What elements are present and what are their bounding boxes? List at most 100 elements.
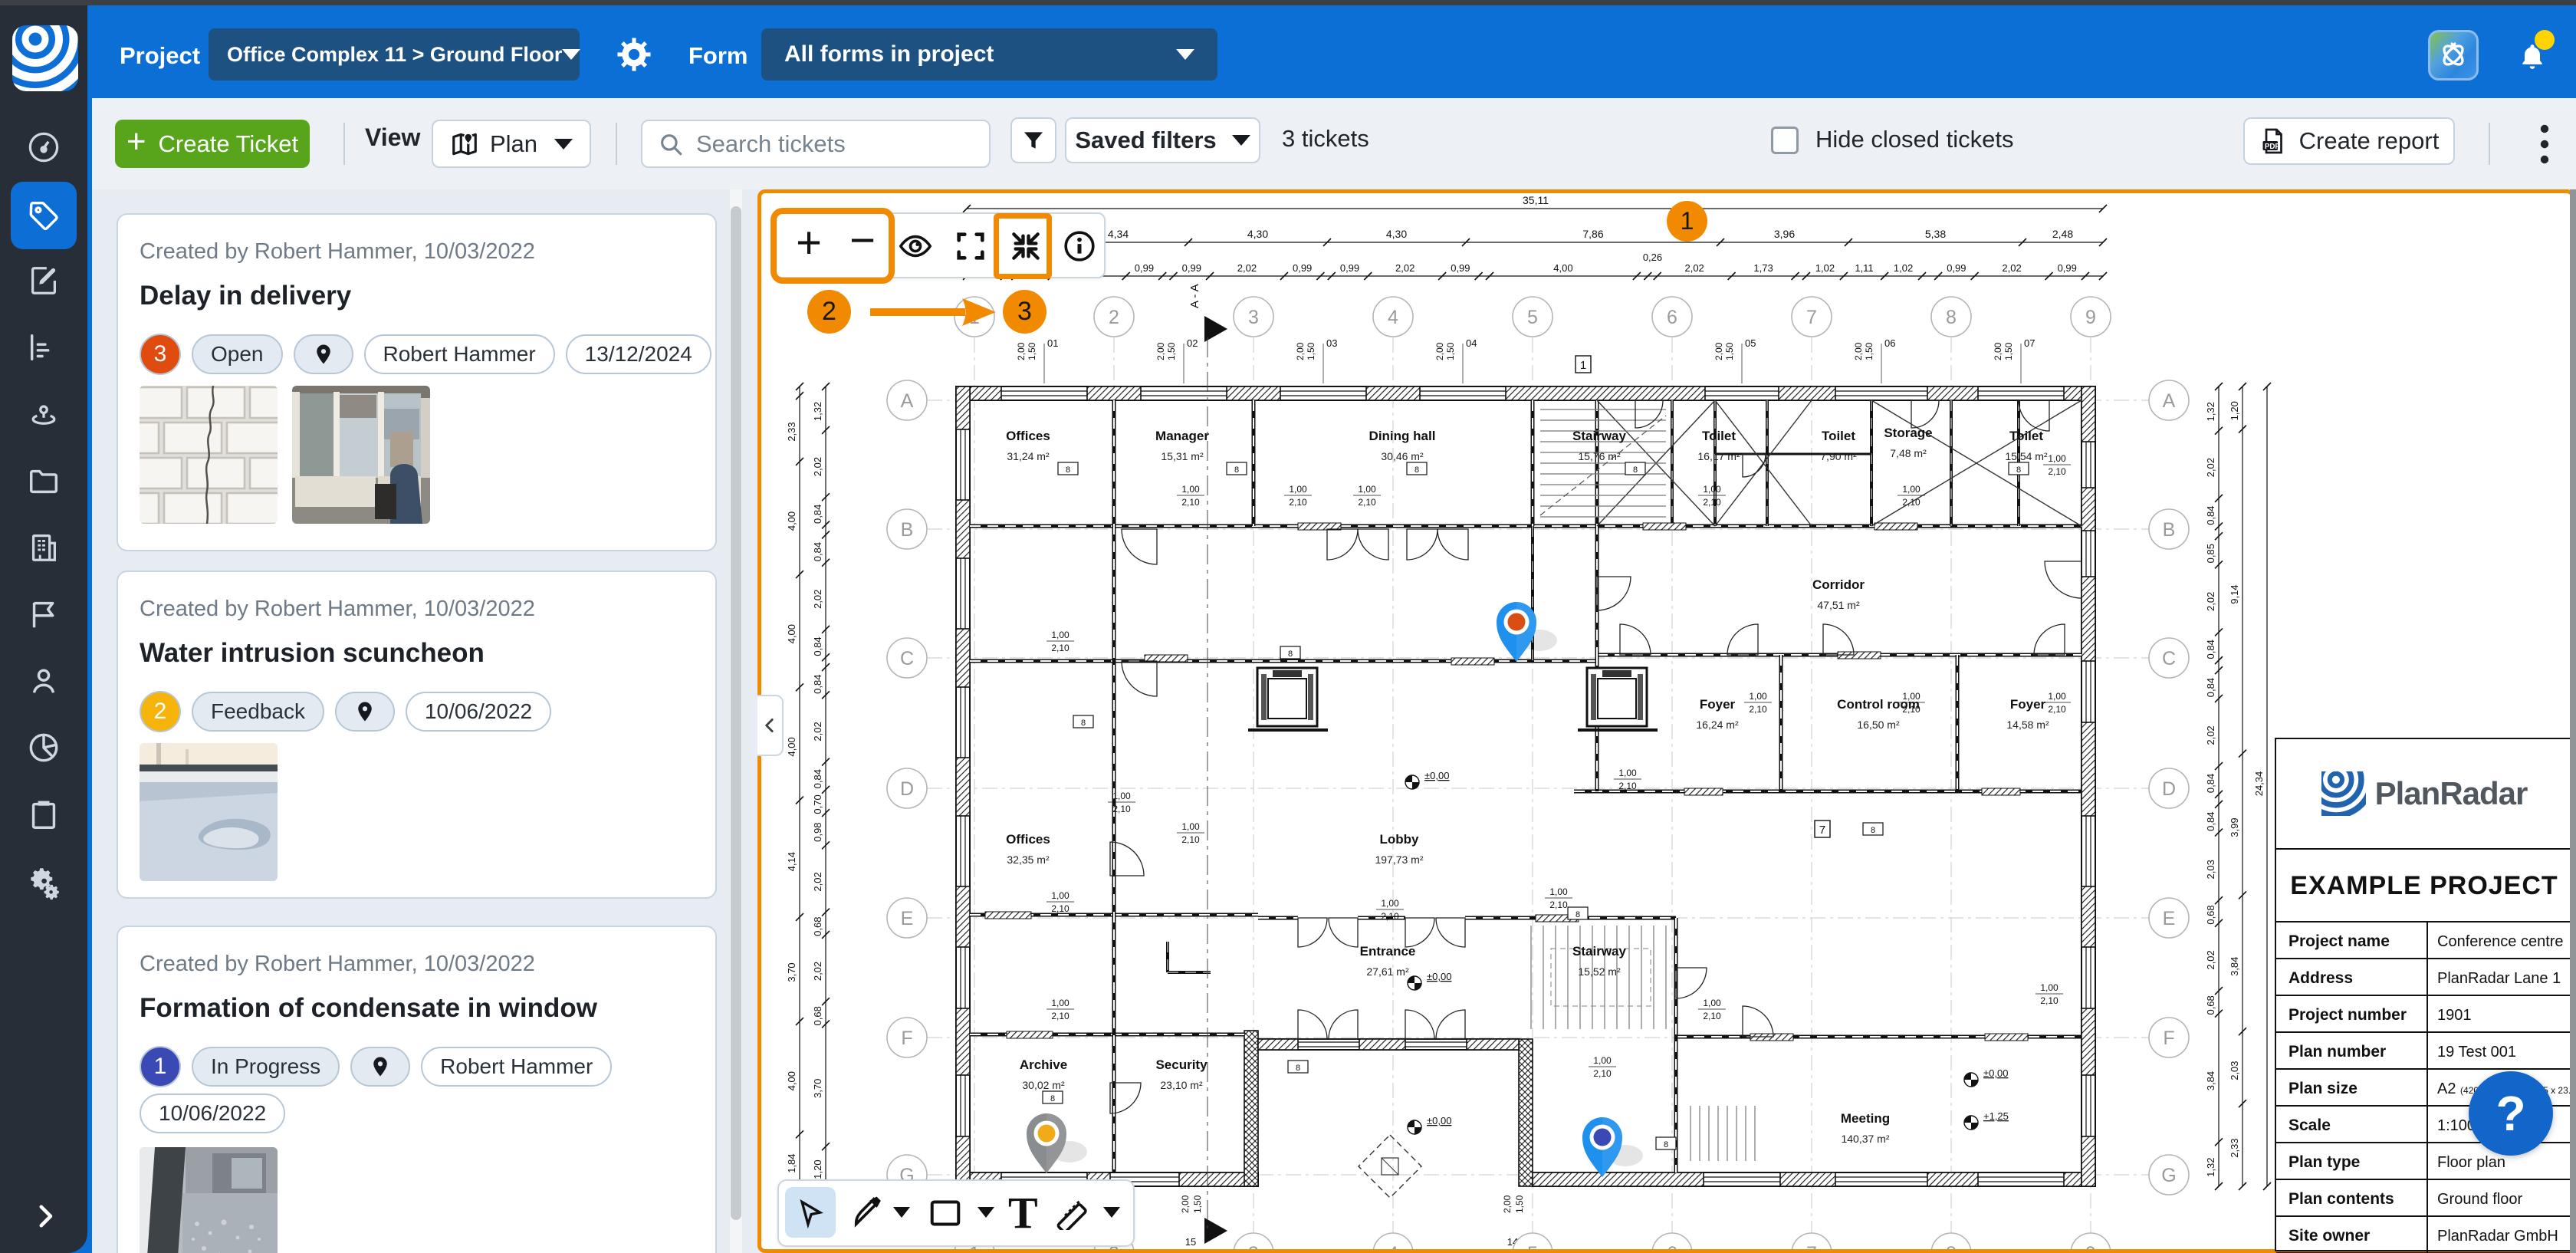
svg-text:1,50: 1,50 bbox=[1724, 342, 1735, 360]
svg-text:2,02: 2,02 bbox=[2205, 725, 2216, 745]
svg-text:2,10: 2,10 bbox=[1051, 1011, 1070, 1021]
svg-text:1,00: 1,00 bbox=[1051, 998, 1070, 1008]
svg-text:8: 8 bbox=[1414, 465, 1419, 475]
svg-text:32,35 m²: 32,35 m² bbox=[1007, 853, 1050, 866]
svg-text:2,10: 2,10 bbox=[1051, 903, 1070, 914]
svg-text:Stairway: Stairway bbox=[1572, 944, 1626, 959]
svg-text:15,52 m²: 15,52 m² bbox=[1578, 965, 1621, 978]
svg-text:8: 8 bbox=[1664, 1140, 1668, 1149]
svg-text:1,00: 1,00 bbox=[1112, 791, 1131, 801]
svg-text:4,30: 4,30 bbox=[1386, 228, 1407, 240]
svg-text:A - A: A - A bbox=[1188, 284, 1201, 308]
svg-text:D: D bbox=[900, 778, 914, 800]
svg-text:04: 04 bbox=[1466, 337, 1477, 349]
svg-text:2,00: 2,00 bbox=[1502, 1195, 1513, 1213]
svg-text:3,70: 3,70 bbox=[786, 962, 797, 982]
svg-text:3,84: 3,84 bbox=[2229, 957, 2240, 976]
svg-text:14,58 m²: 14,58 m² bbox=[2006, 719, 2049, 731]
svg-text:2,02: 2,02 bbox=[812, 962, 823, 981]
svg-text:0,99: 0,99 bbox=[1947, 262, 1966, 274]
svg-text:8: 8 bbox=[1066, 465, 1070, 475]
svg-text:2,10: 2,10 bbox=[1703, 497, 1721, 508]
svg-text:2,10: 2,10 bbox=[2048, 704, 2066, 715]
svg-text:2,00: 2,00 bbox=[1295, 342, 1306, 360]
svg-text:30,46 m²: 30,46 m² bbox=[1381, 450, 1424, 462]
svg-text:2,10: 2,10 bbox=[1902, 704, 1921, 715]
svg-text:1,00: 1,00 bbox=[2040, 982, 2058, 993]
svg-text:Storage: Storage bbox=[1884, 426, 1932, 440]
svg-text:4,00: 4,00 bbox=[786, 511, 797, 531]
svg-text:1,73: 1,73 bbox=[1753, 262, 1773, 274]
svg-text:2,10: 2,10 bbox=[1181, 834, 1200, 845]
svg-text:2,02: 2,02 bbox=[1684, 262, 1704, 274]
svg-text:4: 4 bbox=[1388, 307, 1398, 328]
svg-text:1,00: 1,00 bbox=[1051, 890, 1070, 901]
svg-text:5,38: 5,38 bbox=[1925, 228, 1946, 240]
svg-text:0,99: 0,99 bbox=[1451, 262, 1470, 274]
svg-text:0,99: 0,99 bbox=[1182, 262, 1201, 274]
svg-text:1,84: 1,84 bbox=[786, 1153, 797, 1172]
svg-text:2,00: 2,00 bbox=[1016, 342, 1027, 360]
svg-text:02: 02 bbox=[1187, 337, 1198, 349]
svg-text:Corridor: Corridor bbox=[1812, 577, 1865, 592]
svg-text:0,99: 0,99 bbox=[1340, 262, 1359, 274]
svg-text:4,00: 4,00 bbox=[786, 1071, 797, 1090]
svg-text:0,84: 0,84 bbox=[2205, 812, 2216, 831]
svg-text:8: 8 bbox=[1871, 826, 1875, 835]
svg-text:0,84: 0,84 bbox=[812, 505, 823, 524]
svg-text:27,61 m²: 27,61 m² bbox=[1366, 965, 1409, 978]
svg-text:Toilet: Toilet bbox=[1702, 429, 1736, 443]
svg-text:7,90 m²: 7,90 m² bbox=[1820, 450, 1857, 462]
svg-text:8: 8 bbox=[1234, 465, 1239, 475]
svg-text:2,00: 2,00 bbox=[1714, 342, 1724, 360]
svg-text:2,02: 2,02 bbox=[2205, 458, 2216, 477]
svg-text:1,32: 1,32 bbox=[2205, 402, 2216, 421]
svg-text:24,34: 24,34 bbox=[2253, 771, 2265, 797]
svg-text:1,50: 1,50 bbox=[1306, 342, 1316, 360]
svg-text:1,02: 1,02 bbox=[1894, 262, 1913, 274]
svg-text:2,00: 2,00 bbox=[1853, 342, 1864, 360]
svg-text:0,98: 0,98 bbox=[812, 823, 823, 842]
svg-text:0,84: 0,84 bbox=[812, 542, 823, 561]
svg-text:B: B bbox=[2163, 519, 2176, 541]
svg-text:1,50: 1,50 bbox=[1445, 342, 1456, 360]
svg-text:8: 8 bbox=[1081, 719, 1086, 728]
svg-text:15: 15 bbox=[1185, 1236, 1196, 1248]
svg-text:Lobby: Lobby bbox=[1380, 832, 1420, 847]
svg-text:4,00: 4,00 bbox=[786, 624, 797, 643]
svg-text:2,33: 2,33 bbox=[2229, 1138, 2240, 1157]
svg-text:0,84: 0,84 bbox=[2205, 505, 2216, 525]
svg-text:7: 7 bbox=[1806, 307, 1817, 328]
svg-text:03: 03 bbox=[1326, 337, 1337, 349]
svg-text:2,00: 2,00 bbox=[1180, 1195, 1191, 1213]
svg-text:E: E bbox=[2163, 908, 2176, 929]
svg-text:2,02: 2,02 bbox=[1237, 262, 1257, 274]
svg-text:2,02: 2,02 bbox=[2205, 950, 2216, 969]
svg-text:G: G bbox=[2161, 1165, 2176, 1186]
svg-text:Toilet: Toilet bbox=[2009, 429, 2043, 443]
svg-text:1,00: 1,00 bbox=[1358, 484, 1376, 495]
svg-text:0,84: 0,84 bbox=[812, 636, 823, 656]
svg-text:16,50 m²: 16,50 m² bbox=[1857, 719, 1900, 731]
svg-text:8: 8 bbox=[1946, 1243, 1957, 1249]
svg-text:3,99: 3,99 bbox=[2229, 817, 2240, 837]
svg-text:1,00: 1,00 bbox=[1902, 484, 1921, 495]
svg-text:35,11: 35,11 bbox=[1523, 194, 1549, 206]
svg-text:A: A bbox=[901, 390, 914, 412]
svg-text:1,00: 1,00 bbox=[1703, 998, 1721, 1008]
svg-text:9,14: 9,14 bbox=[2229, 584, 2240, 603]
svg-text:2,10: 2,10 bbox=[1181, 497, 1200, 508]
svg-text:F: F bbox=[901, 1028, 912, 1049]
svg-text:5: 5 bbox=[1527, 1243, 1538, 1249]
svg-text:1,00: 1,00 bbox=[1181, 484, 1200, 495]
svg-text:±0,00: ±0,00 bbox=[1427, 1115, 1451, 1126]
svg-text:9: 9 bbox=[2085, 307, 2096, 328]
svg-text:3,84: 3,84 bbox=[2205, 1071, 2216, 1090]
svg-text:1,00: 1,00 bbox=[1181, 821, 1200, 832]
svg-text:1,00: 1,00 bbox=[1749, 691, 1767, 702]
svg-text:15,54 m²: 15,54 m² bbox=[2005, 450, 2048, 462]
svg-text:1: 1 bbox=[1580, 359, 1586, 372]
svg-text:1,00: 1,00 bbox=[1703, 484, 1721, 495]
svg-text:2,02: 2,02 bbox=[1395, 262, 1414, 274]
svg-text:B: B bbox=[901, 519, 914, 541]
